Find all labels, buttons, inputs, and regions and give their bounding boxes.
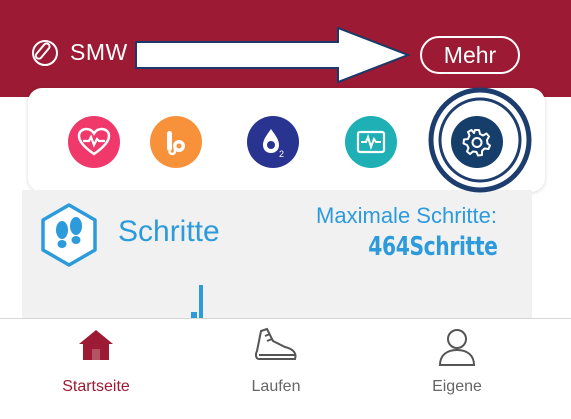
- device-name: SMW: [70, 39, 128, 65]
- tab-laufen-label[interactable]: Laufen: [206, 378, 346, 396]
- user-icon: [438, 329, 476, 366]
- tab-eigene-label[interactable]: Eigene: [387, 378, 527, 396]
- settings-button[interactable]: [451, 116, 503, 168]
- tab-laufen[interactable]: [206, 327, 346, 370]
- blood-oxygen-button[interactable]: 2: [247, 116, 299, 168]
- heart-pulse-icon: [77, 127, 111, 156]
- tab-eigene[interactable]: [387, 327, 527, 372]
- max-steps-value: 464Schritte: [368, 232, 498, 262]
- svg-text:2: 2: [279, 149, 284, 158]
- footprints-icon: [41, 203, 97, 267]
- ecg-button[interactable]: [345, 116, 397, 168]
- ecg-monitor-icon: [356, 130, 386, 154]
- heart-rate-button[interactable]: [68, 116, 120, 168]
- blood-pressure-icon: [167, 131, 185, 156]
- watch-icon: [32, 40, 58, 66]
- home-icon: [79, 330, 113, 360]
- running-shoe-icon: [254, 327, 297, 360]
- steps-chart-bar: [199, 285, 203, 318]
- tab-startseite-label[interactable]: Startseite: [26, 378, 166, 396]
- gear-icon: [462, 129, 491, 157]
- more-button[interactable]: Mehr: [420, 36, 520, 74]
- blood-pressure-button[interactable]: [150, 116, 202, 168]
- annotation-arrow: [135, 26, 411, 84]
- max-steps-label: Maximale Schritte:: [316, 203, 497, 228]
- oxygen-drop-icon: 2: [263, 129, 284, 158]
- tab-startseite[interactable]: [26, 327, 166, 368]
- steps-title: Schritte: [118, 215, 220, 248]
